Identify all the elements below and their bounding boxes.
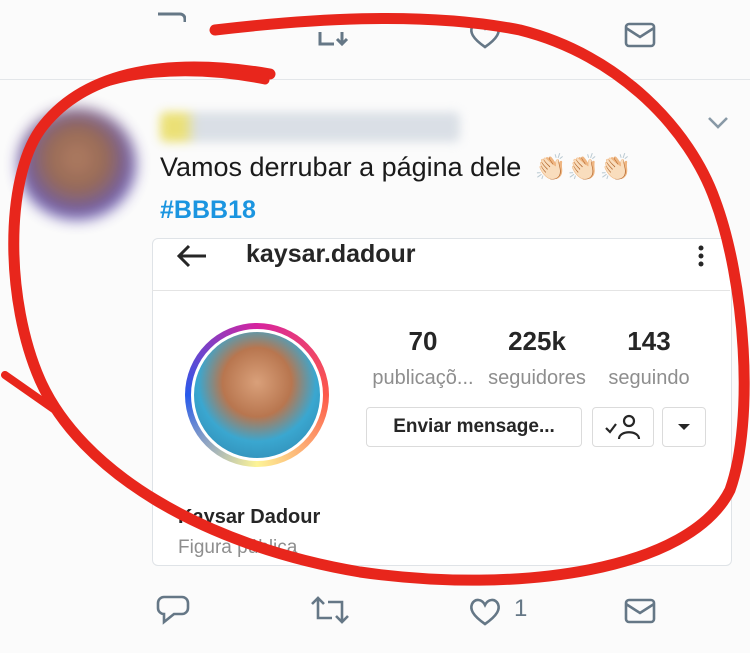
red-annotation-circle: [1, 12, 750, 586]
